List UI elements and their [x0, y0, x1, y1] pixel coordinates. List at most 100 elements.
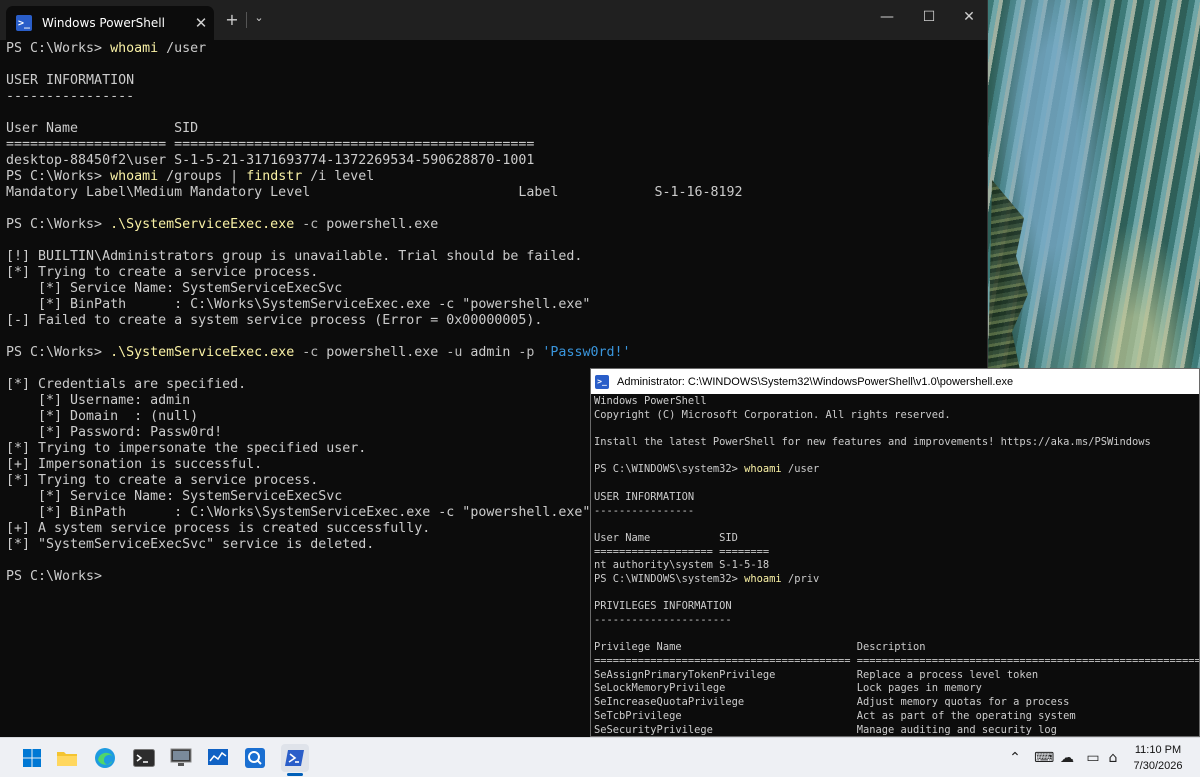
console-text: [*] BinPath : C:\Works\SystemServiceExec… [6, 297, 591, 312]
console-line: ========================================… [594, 655, 1199, 669]
chevron-up-icon[interactable]: ⌃ [1006, 749, 1024, 767]
terminal-button[interactable] [130, 744, 158, 772]
console-line: [*] Service Name: SystemServiceExecSvc [6, 281, 987, 297]
console-line: USER INFORMATION [6, 73, 987, 89]
folder-icon [57, 752, 77, 766]
console-line: ---------------- [594, 505, 1199, 519]
terminal-titlebar[interactable]: >_ Windows PowerShell ✕ + ⌄ — ☐ ✕ [0, 0, 987, 40]
console-text: whoami [110, 169, 159, 184]
console-text: PS C:\WINDOWS\system32> [594, 572, 745, 585]
close-button[interactable]: ✕ [949, 9, 989, 25]
console-line: desktop-88450f2\user S-1-5-21-3171693774… [6, 153, 987, 169]
powershell-icon: >_ [16, 15, 32, 31]
console-text: /priv [781, 572, 820, 585]
console-text: /user [781, 463, 820, 476]
console-line: Mandatory Label\Medium Mandatory Level L… [6, 185, 987, 201]
new-tab-button[interactable]: + [222, 10, 242, 29]
console-text: =================== ======== [594, 545, 770, 558]
admin-titlebar[interactable]: >_ Administrator: C:\WINDOWS\System32\Wi… [591, 369, 1199, 394]
console-line: SeTcbPrivilege Act as part of the operat… [594, 710, 1199, 724]
console-text: [*] Password: Passw0rd! [6, 425, 223, 440]
console-text: PRIVILEGES INFORMATION [594, 600, 732, 613]
console-line: SeAssignPrimaryTokenPrivilege Replace a … [594, 669, 1199, 683]
chevron-down-icon[interactable]: ⌄ [252, 11, 266, 24]
search-app-button[interactable] [241, 744, 269, 772]
console-text: USER INFORMATION [594, 490, 695, 503]
console-text: [+] A system service process is created … [6, 521, 431, 536]
console-line: Windows PowerShell [594, 395, 1199, 409]
console-text: [*] Domain : (null) [6, 409, 199, 424]
console-text: [+] Impersonation is successful. [6, 457, 263, 472]
console-text: SeSecurityPrivilege Manage auditing and … [594, 723, 1057, 736]
powershell-icon [285, 750, 304, 766]
admin-console-output[interactable]: Windows PowerShell Copyright (C) Microsof… [591, 394, 1199, 737]
console-text: /groups | [158, 169, 247, 184]
remote-desktop-button[interactable] [167, 744, 195, 772]
console-text: powershell.exe [318, 345, 447, 360]
console-text: whoami [110, 41, 159, 56]
console-line: PS C:\Works> .\SystemServiceExec.exe -c … [6, 345, 987, 361]
console-line: PS C:\Works> whoami /user [6, 41, 987, 57]
console-text: -p [518, 345, 535, 360]
console-text: SeIncreaseQuotaPrivilege Adjust memory q… [594, 696, 1070, 709]
console-text: [*] Service Name: SystemServiceExecSvc [6, 489, 343, 504]
console-line: USER INFORMATION [594, 491, 1199, 505]
console-line: Copyright (C) Microsoft Corporation. All… [594, 409, 1199, 423]
console-text: ========================================… [594, 655, 1199, 668]
console-text: Mandatory Label\Medium Mandatory Level L… [6, 185, 743, 200]
tab-separator [246, 12, 247, 28]
file-explorer-button[interactable] [53, 744, 81, 772]
windows-logo-icon [23, 749, 41, 767]
console-line: =================== ======== [594, 546, 1199, 560]
console-line: User Name SID [594, 532, 1199, 546]
console-text: whoami [744, 572, 782, 585]
tab-close-icon[interactable]: ✕ [188, 14, 214, 32]
tab-windows-powershell[interactable]: >_ Windows PowerShell ✕ [6, 6, 214, 40]
console-text: nt authority\system S-1-5-18 [594, 559, 770, 572]
console-text: SeLockMemoryPrivilege Lock pages in memo… [594, 682, 982, 695]
performance-monitor-button[interactable] [204, 744, 232, 772]
maximize-button[interactable]: ☐ [909, 9, 949, 25]
powershell-taskbar-button[interactable] [281, 744, 309, 772]
console-text: -u [446, 345, 463, 360]
console-text: /user [158, 41, 207, 56]
minimize-button[interactable]: — [867, 9, 907, 25]
console-line: ---------------- [6, 89, 987, 105]
console-line: PRIVILEGES INFORMATION [594, 600, 1199, 614]
console-text: ---------------- [6, 89, 135, 104]
monitor-icon[interactable]: ▭ [1084, 749, 1102, 767]
console-text: [*] Username: admin [6, 393, 191, 408]
console-line: [*] BinPath : C:\Works\SystemServiceExec… [6, 297, 987, 313]
console-text: [*] Trying to impersonate the specified … [6, 441, 367, 456]
console-text: [-] Failed to create a system service pr… [6, 313, 543, 328]
network-icon[interactable]: ⌂ [1104, 749, 1122, 767]
console-line: Privilege Name Description [594, 641, 1199, 655]
cloud-off-icon[interactable]: ☁ [1058, 749, 1076, 767]
start-button[interactable] [18, 744, 46, 772]
edge-button[interactable] [91, 744, 119, 772]
keyboard-icon[interactable]: ⌨ [1034, 749, 1054, 767]
console-text: Copyright (C) Microsoft Corporation. All… [594, 408, 951, 421]
console-text: -c [294, 217, 319, 232]
console-line: User Name SID [6, 121, 987, 137]
taskbar: ⌃ ⌨ ☁ ▭ ⌂ 11:10 PM 7/30/2026 [0, 737, 1200, 777]
terminal-icon [133, 749, 155, 767]
console-text: findstr [246, 169, 303, 184]
admin-window-title: Administrator: C:\WINDOWS\System32\Windo… [617, 375, 1014, 388]
system-clock[interactable]: 11:10 PM 7/30/2026 [1128, 742, 1188, 774]
console-text: [!] BUILTIN\Administrators group is unav… [6, 249, 583, 264]
console-text: PS C:\Works> [6, 217, 111, 232]
console-text: whoami [744, 463, 782, 476]
tab-title: Windows PowerShell [42, 16, 165, 30]
active-app-indicator [287, 773, 303, 776]
clock-time: 11:10 PM [1134, 744, 1182, 756]
admin-powershell-window: >_ Administrator: C:\WINDOWS\System32\Wi… [590, 368, 1200, 737]
chart-icon [208, 749, 228, 765]
